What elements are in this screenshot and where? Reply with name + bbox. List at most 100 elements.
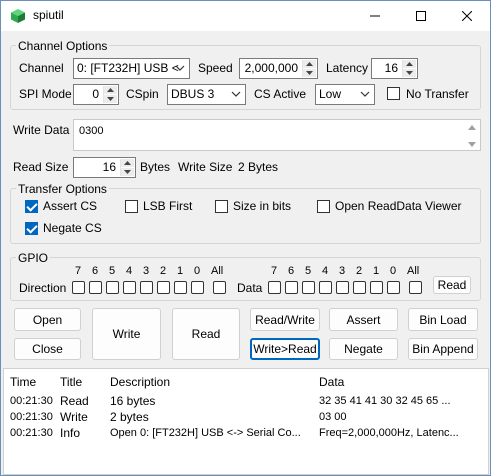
speed-spinner[interactable]: [302, 60, 316, 77]
data-checkbox-bit2[interactable]: [353, 281, 366, 294]
direction-checkbox-bit6[interactable]: [89, 281, 102, 294]
data-checkbox-bit7[interactable]: [268, 281, 281, 294]
assert-button-label: Assert: [346, 312, 381, 327]
data-checkbox-bit6[interactable]: [285, 281, 298, 294]
column-header-description[interactable]: Description: [110, 375, 170, 389]
direction-checkbox-bit1[interactable]: [174, 281, 187, 294]
close-window-button[interactable]: [444, 1, 490, 31]
data-checkbox-bit3[interactable]: [336, 281, 349, 294]
spin-down-icon[interactable]: [121, 168, 134, 176]
data-label: Data: [237, 281, 263, 295]
no-transfer-checkbox[interactable]: [387, 87, 400, 100]
channel-label: Channel: [19, 61, 64, 75]
assert-button[interactable]: Assert: [329, 308, 398, 331]
log-row-1-title: Write: [60, 410, 88, 424]
column-header-title[interactable]: Title: [60, 375, 82, 389]
channel-combo[interactable]: 0: [FT232H] USB <: [73, 58, 190, 79]
close-button[interactable]: Close: [14, 338, 81, 360]
spi-mode-value: 0: [92, 87, 99, 101]
column-header-time[interactable]: Time: [10, 375, 36, 389]
close-button-label: Close: [32, 342, 63, 356]
speed-label: Speed: [198, 61, 233, 75]
write-data-label: Write Data: [13, 123, 70, 137]
cs-active-combo[interactable]: Low: [315, 84, 375, 105]
column-header-data[interactable]: Data: [319, 375, 344, 389]
write-button-label: Write: [112, 327, 141, 341]
data-bit-label-6: 6: [288, 265, 295, 277]
negate-cs-checkbox[interactable]: [25, 222, 38, 235]
latency-input[interactable]: 16: [371, 58, 418, 79]
open-button[interactable]: Open: [14, 308, 81, 331]
read-size-input[interactable]: 16: [73, 157, 136, 178]
direction-checkbox-bit3[interactable]: [140, 281, 153, 294]
data-checkbox-bit5[interactable]: [302, 281, 315, 294]
write-read-button[interactable]: Write>Read: [250, 338, 320, 360]
app-window: spiutil Channel Options Channel 0: [FT23…: [0, 0, 491, 476]
latency-spinner[interactable]: [402, 60, 416, 77]
scroll-up-icon[interactable]: [468, 125, 476, 130]
close-icon: [462, 11, 472, 21]
log-list[interactable]: Time Title Description Data 00:21:30 Rea…: [3, 368, 489, 475]
gpio-read-label: Read: [437, 278, 467, 292]
lsb-first-checkbox[interactable]: [125, 200, 138, 213]
write-data-textarea[interactable]: 0300: [73, 119, 481, 151]
direction-bit-label-3: 3: [143, 265, 150, 277]
spi-mode-spinner[interactable]: [103, 86, 117, 103]
direction-bit-label-5: 5: [109, 265, 116, 277]
read-size-label: Read Size: [13, 160, 69, 174]
direction-bit-label-6: 6: [92, 265, 99, 277]
read-write-button-label: Read/Write: [255, 312, 315, 327]
assert-cs-checkbox[interactable]: [25, 200, 38, 213]
size-in-bits-checkbox[interactable]: [215, 200, 228, 213]
maximize-button[interactable]: [398, 1, 444, 31]
log-row-1-data: 03 00: [319, 411, 347, 423]
latency-label: Latency: [326, 61, 369, 75]
spin-down-icon[interactable]: [104, 95, 117, 103]
data-checkbox-bit1[interactable]: [370, 281, 383, 294]
direction-bit-label-7: 7: [75, 265, 82, 277]
read-button-label: Read: [191, 327, 221, 341]
write-data-value: 0300: [79, 125, 104, 137]
open-readdata-viewer-checkbox[interactable]: [317, 200, 330, 213]
direction-bit-label-2: 2: [160, 265, 167, 277]
spi-mode-input[interactable]: 0: [73, 84, 119, 105]
minimize-icon: [370, 15, 380, 17]
log-row-1-description: 2 bytes: [110, 410, 149, 424]
negate-button[interactable]: Negate: [329, 338, 398, 360]
direction-checkbox-bit4[interactable]: [123, 281, 136, 294]
bin-load-button[interactable]: Bin Load: [408, 308, 478, 331]
open-button-label: Open: [32, 312, 63, 327]
spin-up-icon[interactable]: [303, 60, 316, 68]
title-bar[interactable]: spiutil: [1, 1, 490, 31]
log-row-2-description: Open 0: [FT232H] USB <-> Serial Co...: [110, 427, 301, 439]
read-write-button[interactable]: Read/Write: [250, 308, 320, 331]
spin-down-icon[interactable]: [403, 69, 416, 77]
read-size-unit: Bytes: [140, 160, 171, 174]
direction-checkbox-bit2[interactable]: [157, 281, 170, 294]
cs-active-label: CS Active: [254, 87, 307, 101]
scroll-down-icon[interactable]: [468, 142, 476, 147]
cspin-combo[interactable]: DBUS 3: [167, 84, 246, 105]
direction-checkbox-bit5[interactable]: [106, 281, 119, 294]
direction-checkbox-all[interactable]: [213, 281, 226, 294]
direction-checkbox-bit7[interactable]: [72, 281, 85, 294]
minimize-button[interactable]: [352, 1, 398, 31]
read-button[interactable]: Read: [172, 308, 240, 360]
write-button[interactable]: Write: [92, 308, 161, 360]
data-checkbox-bit0[interactable]: [387, 281, 400, 294]
write-size-value: 2 Bytes: [238, 160, 279, 174]
read-size-spinner[interactable]: [120, 159, 134, 176]
gpio-read-button[interactable]: Read: [433, 276, 471, 294]
spin-up-icon[interactable]: [121, 159, 134, 167]
log-row-0-description: 16 bytes: [110, 394, 156, 408]
spin-down-icon[interactable]: [303, 69, 316, 77]
bin-append-button[interactable]: Bin Append: [408, 338, 478, 360]
data-checkbox-all[interactable]: [409, 281, 422, 294]
data-bit-label-1: 1: [373, 265, 380, 277]
data-checkbox-bit4[interactable]: [319, 281, 332, 294]
spin-up-icon[interactable]: [403, 60, 416, 68]
direction-checkbox-bit0[interactable]: [191, 281, 204, 294]
spin-up-icon[interactable]: [104, 86, 117, 94]
bin-load-button-label: Bin Load: [419, 312, 467, 327]
speed-input[interactable]: 2,000,000: [239, 58, 318, 79]
